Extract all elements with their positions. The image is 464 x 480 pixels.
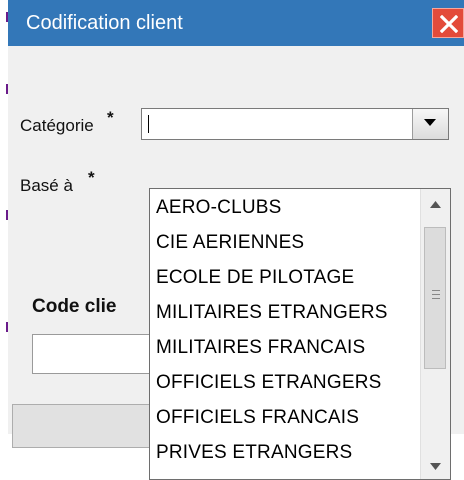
scrollbar-thumb[interactable] [424,227,446,369]
window-title: Codification client [26,12,183,34]
categorie-dropdown-list[interactable]: AERO-CLUBS CIE AERIENNES ECOLE DE PILOTA… [149,188,451,480]
dropdown-option[interactable]: AERO-CLUBS [156,197,282,219]
code-client-label: Code clie [32,296,117,317]
close-icon [440,15,458,33]
categorie-dropdown-button[interactable] [412,109,448,139]
categorie-combobox[interactable] [141,108,449,140]
text-caret [148,115,149,133]
dropdown-option[interactable]: MILITAIRES FRANCAIS [156,337,365,359]
dropdown-option[interactable]: CIE AERIENNES [156,232,304,254]
dialog-body: Catégorie * Basé à * Code clie AERO-CLUB… [8,46,464,480]
title-bar[interactable]: Codification client [8,0,464,46]
dropdown-option[interactable]: MILITAIRES ETRANGERS [156,302,388,324]
close-button[interactable] [432,8,464,38]
thumb-grip [432,298,440,299]
base-a-label: Basé à [20,176,73,195]
chevron-down-icon [424,119,436,126]
categorie-required-mark: * [107,108,114,127]
codification-client-dialog: Codification client Catégorie * Basé à *… [0,0,464,480]
dropdown-option[interactable]: OFFICIELS FRANCAIS [156,407,359,429]
action-button[interactable] [12,404,152,448]
base-a-required-mark: * [88,168,95,187]
scroll-down-icon[interactable] [430,463,441,470]
thumb-grip [432,294,440,295]
dropdown-option[interactable]: ECOLE DE PILOTAGE [156,267,354,289]
scroll-up-icon[interactable] [430,201,441,208]
code-client-input[interactable] [32,334,152,374]
window-left-edge [0,0,8,434]
dropdown-option[interactable]: OFFICIELS ETRANGERS [156,372,382,394]
dropdown-option[interactable]: PRIVES ETRANGERS [156,442,352,464]
categorie-label: Catégorie [20,116,94,135]
dropdown-scrollbar[interactable] [420,189,450,479]
thumb-grip [432,290,440,291]
